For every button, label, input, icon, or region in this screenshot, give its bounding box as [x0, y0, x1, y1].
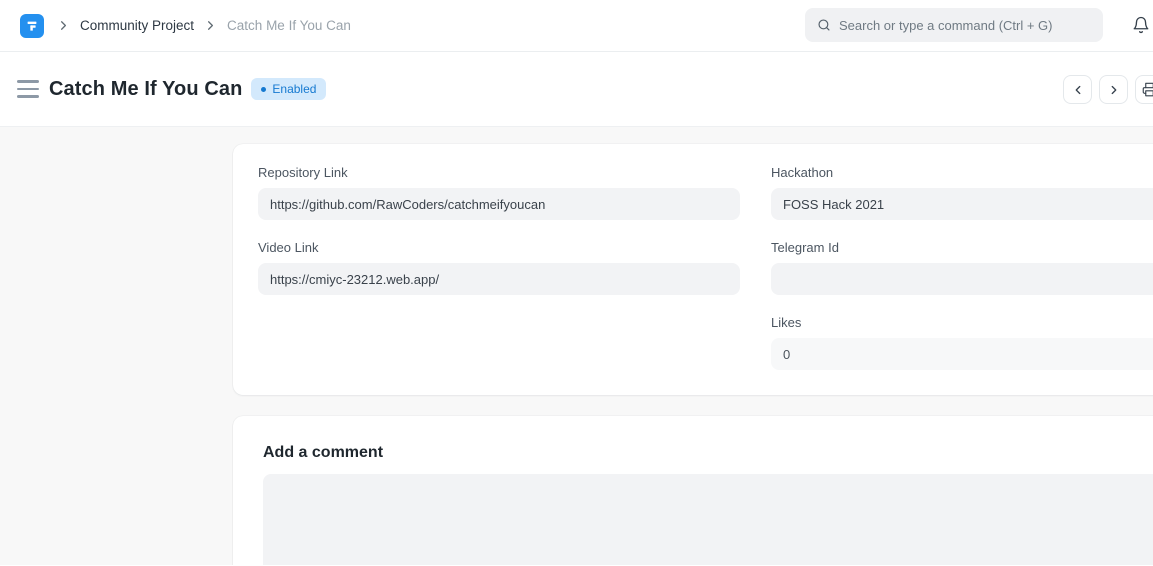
field-repository-link: Repository Link: [258, 165, 740, 220]
app-window: Community Project Catch Me If You Can: [0, 0, 1153, 565]
comment-heading: Add a comment: [263, 444, 1153, 462]
search-input[interactable]: [839, 18, 1079, 33]
print-button[interactable]: [1135, 75, 1153, 104]
telegram-id-input[interactable]: [771, 263, 1153, 295]
search-icon: [817, 18, 831, 32]
notifications-button[interactable]: [1129, 13, 1153, 37]
hackathon-input[interactable]: [771, 188, 1153, 220]
likes-input[interactable]: [771, 338, 1153, 370]
form-section: Repository Link Video Link Hackathon Tel: [233, 144, 1153, 395]
hackathon-label: Hackathon: [771, 165, 1153, 180]
page-title: Catch Me If You Can: [49, 78, 242, 101]
breadcrumb-item-current: Catch Me If You Can: [227, 18, 351, 33]
chevron-right-icon: [203, 18, 218, 33]
printer-icon: [1142, 82, 1153, 97]
form-column-right: Hackathon Telegram Id Likes: [771, 165, 1153, 390]
video-link-input[interactable]: [258, 263, 740, 295]
field-likes: Likes: [771, 315, 1153, 370]
status-badge: Enabled: [251, 78, 326, 100]
chevron-left-icon: [1071, 83, 1085, 97]
page-head: Catch Me If You Can Enabled: [0, 52, 1153, 127]
bell-icon: [1132, 16, 1150, 34]
next-document-button[interactable]: [1099, 75, 1128, 104]
navbar: Community Project Catch Me If You Can: [0, 0, 1153, 52]
frappe-logo-icon: [25, 19, 39, 33]
comment-input[interactable]: [263, 474, 1153, 565]
breadcrumb-item-community-project[interactable]: Community Project: [80, 18, 194, 33]
global-search[interactable]: [805, 8, 1103, 42]
field-hackathon: Hackathon: [771, 165, 1153, 220]
previous-document-button[interactable]: [1063, 75, 1092, 104]
page-body: Repository Link Video Link Hackathon Tel: [0, 127, 1153, 565]
video-link-label: Video Link: [258, 240, 740, 255]
frappe-logo[interactable]: [20, 14, 44, 38]
form-column-left: Repository Link Video Link: [258, 165, 740, 390]
field-telegram-id: Telegram Id: [771, 240, 1153, 295]
field-video-link: Video Link: [258, 240, 740, 295]
comment-section: Add a comment: [233, 416, 1153, 565]
breadcrumb: Community Project Catch Me If You Can: [56, 18, 351, 33]
sidebar-toggle-button[interactable]: [17, 80, 39, 98]
status-dot-icon: [261, 87, 266, 92]
repository-link-input[interactable]: [258, 188, 740, 220]
chevron-right-icon: [1107, 83, 1121, 97]
hamburger-icon: [17, 80, 39, 83]
chevron-right-icon: [56, 18, 71, 33]
repository-link-label: Repository Link: [258, 165, 740, 180]
telegram-id-label: Telegram Id: [771, 240, 1153, 255]
status-badge-label: Enabled: [272, 82, 316, 96]
layout-main: Repository Link Video Link Hackathon Tel: [233, 127, 1153, 565]
likes-label: Likes: [771, 315, 1153, 330]
